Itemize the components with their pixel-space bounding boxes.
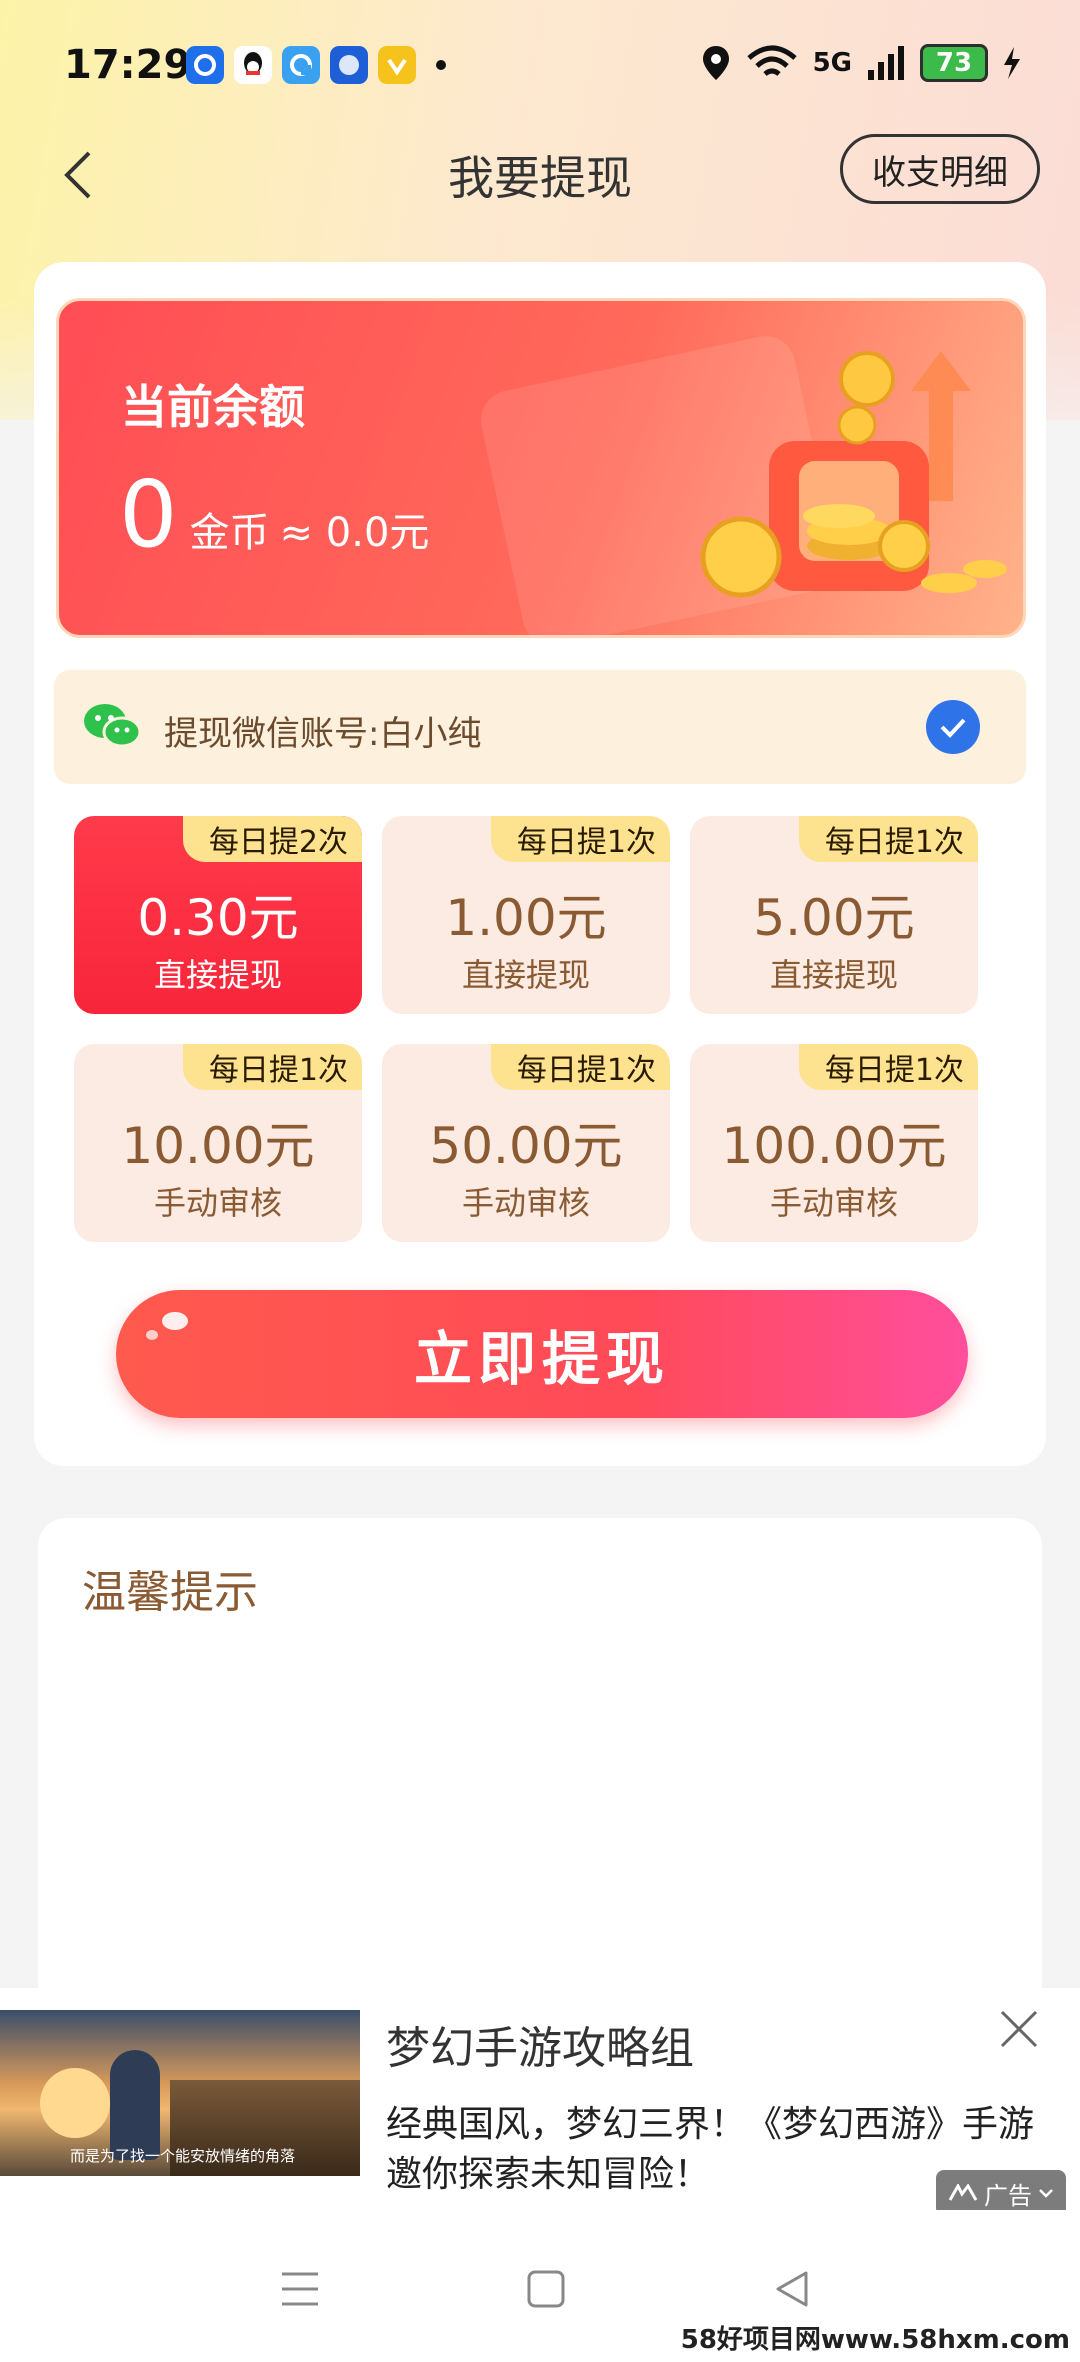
back-triangle-icon	[776, 2271, 808, 2307]
status-time: 17:29	[64, 42, 192, 88]
option-type: 直接提现	[769, 956, 898, 994]
withdraw-option-1[interactable]: 每日提2次 0.30元直接提现	[74, 816, 362, 1014]
option-amount: 100.00元	[721, 1117, 947, 1175]
option-amount: 0.30元	[137, 889, 299, 947]
option-type: 手动审核	[769, 1184, 898, 1222]
system-nav-bar: 58好项目网www.58hxm.com	[0, 2210, 1080, 2362]
withdraw-card: 当前余额 0 金币 ≈ 0.0元 提现微信账号:白小纯 每日提2次 0.30元 …	[34, 262, 1046, 1466]
signal-icon	[868, 46, 904, 80]
balance-amount: 0 金币 ≈ 0.0元	[119, 469, 429, 561]
option-amount: 1.00元	[445, 889, 607, 947]
app-notification-icon	[186, 46, 224, 84]
qq-icon	[234, 46, 272, 84]
ad-logo-icon	[948, 2184, 978, 2201]
watermark: 58好项目网www.58hxm.com	[680, 2325, 1070, 2355]
location-icon	[702, 46, 729, 80]
status-bar: 17:29 5G 73	[0, 0, 1080, 130]
withdraw-option-2[interactable]: 每日提1次 1.00元直接提现	[382, 816, 670, 1014]
browser-icon	[282, 46, 320, 84]
battery-indicator: 73	[920, 44, 988, 82]
wechat-icon	[82, 700, 142, 756]
balance-approx: ≈ 0.0元	[279, 510, 430, 556]
option-amount: 10.00元	[121, 1117, 315, 1175]
withdraw-option-5[interactable]: 每日提1次 50.00元手动审核	[382, 1044, 670, 1242]
network-type: 5G	[812, 48, 852, 78]
status-indicators: 5G 73	[701, 44, 1022, 82]
ad-image-figure	[110, 2050, 160, 2160]
transaction-details-button[interactable]: 收支明细	[840, 134, 1040, 204]
daily-limit-tag: 每日提1次	[182, 1044, 362, 1090]
notification-icons	[186, 46, 446, 84]
piggy-bank-coins-icon	[700, 351, 1007, 598]
coin-count: 0	[119, 461, 178, 568]
ad-image-caption: 而是为了找一个能安放情绪的角落	[70, 2147, 296, 2165]
checkmark-icon[interactable]	[926, 700, 980, 754]
tips-title: 温馨提示	[82, 1567, 258, 1618]
pinwheel-app-icon	[330, 46, 368, 84]
balance-label: 当前余额	[121, 380, 305, 434]
button-gloss	[146, 1330, 158, 1340]
ad-image[interactable]: 而是为了找一个能安放情绪的角落	[0, 2010, 360, 2176]
yellow-app-icon	[378, 46, 416, 84]
ad-image-sun	[40, 2068, 110, 2138]
daily-limit-tag: 每日提1次	[490, 1044, 670, 1090]
ad-banner[interactable]: 而是为了找一个能安放情绪的角落 梦幻手游攻略组 经典国风，梦幻三界！《梦幻西游》…	[0, 1988, 1080, 2216]
option-amount: 50.00元	[429, 1117, 623, 1175]
home-square-icon	[527, 2270, 565, 2308]
daily-limit-tag: 每日提1次	[490, 816, 670, 862]
option-type: 手动审核	[461, 1184, 590, 1222]
withdraw-now-button[interactable]: 立即提现	[116, 1290, 968, 1418]
button-gloss	[162, 1312, 188, 1330]
chevron-down-icon	[1039, 2189, 1053, 2198]
home-button[interactable]	[516, 2264, 576, 2314]
nav-bar: 我要提现 收支明细	[0, 130, 1080, 230]
more-notifications-dot	[436, 60, 446, 70]
withdraw-now-label: 立即提现	[413, 1325, 670, 1393]
option-amount: 5.00元	[753, 889, 915, 947]
wechat-account-label: 提现微信账号:白小纯	[164, 714, 482, 754]
option-type: 手动审核	[153, 1184, 282, 1222]
withdraw-option-6[interactable]: 每日提1次 100.00元手动审核	[690, 1044, 978, 1242]
option-type: 直接提现	[461, 956, 590, 994]
charging-icon	[1004, 47, 1020, 79]
daily-limit-tag: 每日提1次	[798, 816, 978, 862]
coin-unit: 金币	[189, 510, 270, 556]
back-nav-button[interactable]	[762, 2264, 822, 2314]
ad-badge-label: 广告	[984, 2181, 1032, 2210]
close-icon[interactable]	[994, 2004, 1044, 2054]
balance-card: 当前余额 0 金币 ≈ 0.0元	[56, 298, 1026, 638]
withdraw-option-3[interactable]: 每日提1次 5.00元直接提现	[690, 816, 978, 1014]
daily-limit-tag: 每日提2次	[182, 816, 362, 862]
wifi-icon	[746, 45, 797, 76]
ad-title[interactable]: 梦幻手游攻略组	[386, 2012, 694, 2076]
option-type: 直接提现	[153, 956, 282, 994]
menu-button[interactable]	[270, 2264, 330, 2314]
menu-icon	[282, 2272, 318, 2306]
wechat-account-row[interactable]: 提现微信账号:白小纯	[54, 670, 1026, 784]
withdraw-option-4[interactable]: 每日提1次 10.00元手动审核	[74, 1044, 362, 1242]
daily-limit-tag: 每日提1次	[798, 1044, 978, 1090]
